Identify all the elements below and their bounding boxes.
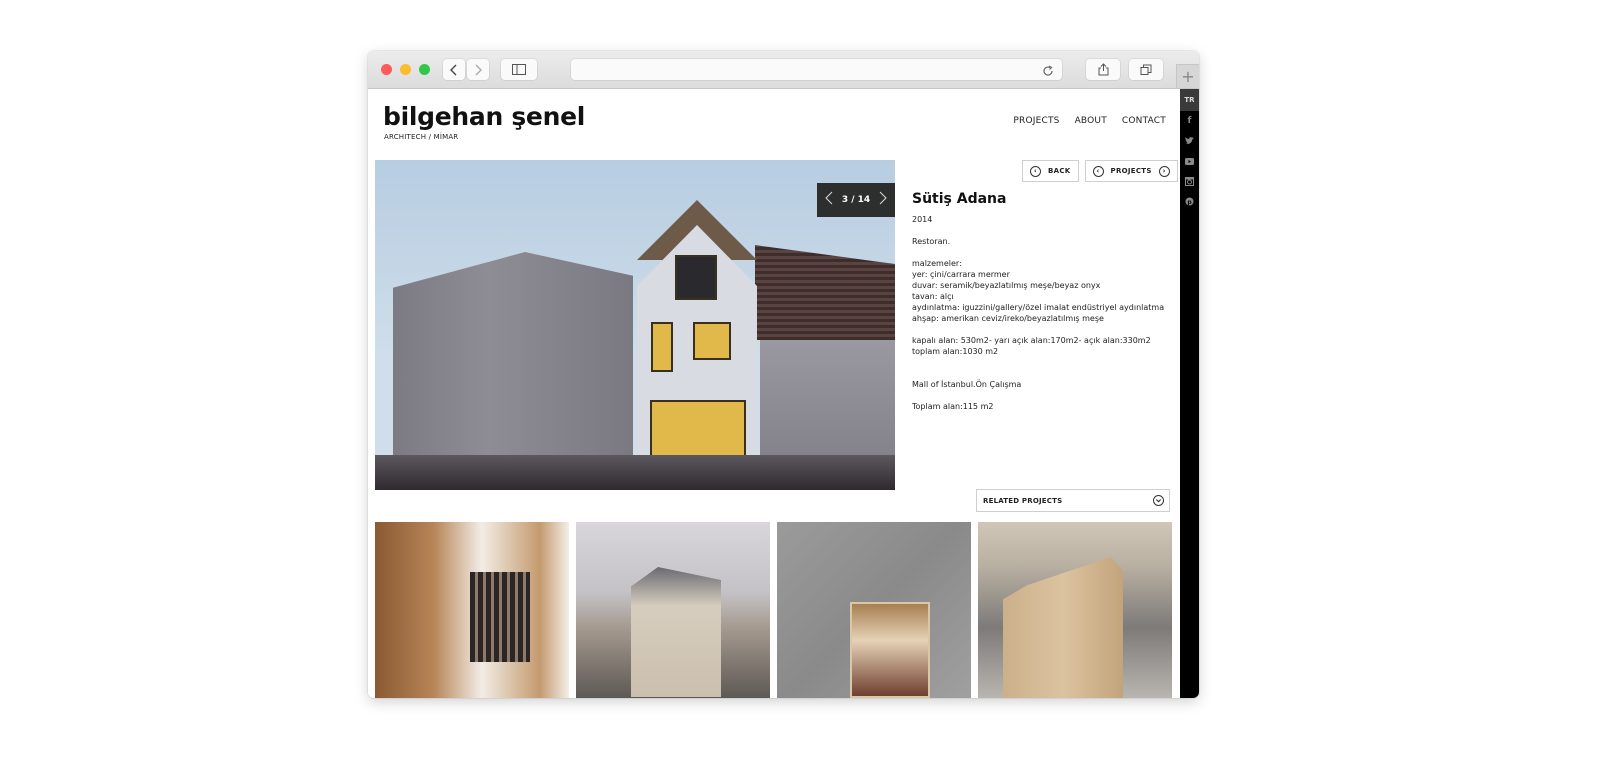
address-bar[interactable] [571, 59, 1062, 80]
gallery-next-button[interactable] [879, 191, 887, 209]
svg-text:p: p [1187, 199, 1192, 206]
pinterest-icon[interactable]: p [1180, 191, 1199, 211]
gallery-prev-button[interactable] [825, 191, 833, 209]
chevron-down-circle-icon [1153, 495, 1164, 506]
project-info: Sütiş Adana 2014 Restoran. malzemeler: y… [912, 190, 1174, 423]
language-toggle[interactable]: TR [1180, 89, 1199, 111]
nav-contact[interactable]: CONTACT [1122, 116, 1166, 126]
related-project-thumbnail[interactable] [978, 522, 1172, 698]
gallery-counter: 3 / 14 [841, 195, 871, 205]
gallery-controls: 3 / 14 [817, 183, 895, 217]
browser-window: + bilgehan şenel ARCHITECH / MİMAR PROJE… [368, 51, 1199, 698]
project-type: Restoran. [912, 237, 951, 246]
new-tab-button[interactable]: + [1176, 64, 1199, 88]
main-nav: PROJECTS ABOUT CONTACT [1013, 116, 1166, 126]
youtube-icon[interactable] [1180, 151, 1199, 171]
sidebar-icon [512, 64, 526, 75]
related-projects-dropdown[interactable]: RELATED PROJECTS [976, 489, 1170, 512]
related-project-thumbnail[interactable] [777, 522, 971, 698]
facebook-icon[interactable]: f [1180, 111, 1199, 131]
projects-button: ‹ PROJECTS › [1084, 160, 1178, 182]
chevron-left-icon [450, 64, 457, 75]
twitter-icon[interactable] [1180, 131, 1199, 151]
show-tabs-button[interactable] [1129, 59, 1163, 80]
reload-button[interactable] [1042, 62, 1054, 81]
project-extra-area: Toplam alan:115 m2 [912, 402, 994, 411]
site-logo[interactable]: bilgehan şenel [383, 102, 585, 131]
share-icon [1098, 63, 1108, 76]
related-project-thumbnail[interactable] [576, 522, 770, 698]
project-area: kapalı alan: 530m2- yarı açık alan:170m2… [912, 336, 1151, 356]
plus-icon: + [1181, 67, 1195, 86]
project-materials: malzemeler: yer: çini/carrara mermer duv… [912, 259, 1165, 323]
browser-back-button[interactable] [443, 59, 465, 80]
project-extra-title: Mall of İstanbul.Ön Çalışma [912, 380, 1022, 389]
social-sidebar: TR f p [1180, 89, 1199, 698]
projects-button-label[interactable]: PROJECTS [1111, 167, 1152, 175]
related-project-thumbnail[interactable] [375, 522, 569, 698]
back-button-label: BACK [1048, 167, 1071, 175]
chevron-left-icon [825, 191, 833, 205]
browser-toolbar: + [368, 51, 1199, 89]
chevron-right-icon [475, 64, 482, 75]
chevron-right-icon [879, 191, 887, 205]
reload-icon [1043, 65, 1053, 76]
related-projects-grid [375, 522, 1172, 698]
web-page: bilgehan şenel ARCHITECH / MİMAR PROJECT… [368, 89, 1199, 698]
prev-project-button[interactable]: ‹ [1092, 165, 1104, 177]
nav-projects[interactable]: PROJECTS [1013, 116, 1059, 126]
nav-about[interactable]: ABOUT [1075, 116, 1107, 126]
browser-forward-button[interactable] [467, 59, 489, 80]
project-main-image[interactable]: 3 / 14 [375, 160, 895, 490]
related-projects-label: RELATED PROJECTS [983, 496, 1063, 505]
instagram-icon[interactable] [1180, 171, 1199, 191]
next-project-button[interactable]: › [1158, 165, 1170, 177]
sidebar-toggle-button[interactable] [501, 59, 537, 80]
minimize-window-button[interactable] [400, 64, 411, 75]
project-title: Sütiş Adana [912, 191, 1007, 207]
project-year: 2014 [912, 215, 933, 224]
maximize-window-button[interactable] [419, 64, 430, 75]
share-button[interactable] [1086, 59, 1120, 80]
circle-chevron-left-icon: ‹ [1030, 165, 1041, 177]
close-window-button[interactable] [381, 64, 392, 75]
project-nav-buttons: ‹ BACK ‹ PROJECTS › [1022, 160, 1178, 182]
site-tagline: ARCHITECH / MİMAR [384, 133, 459, 141]
back-button[interactable]: ‹ BACK [1022, 160, 1079, 182]
tabs-icon [1140, 64, 1152, 75]
